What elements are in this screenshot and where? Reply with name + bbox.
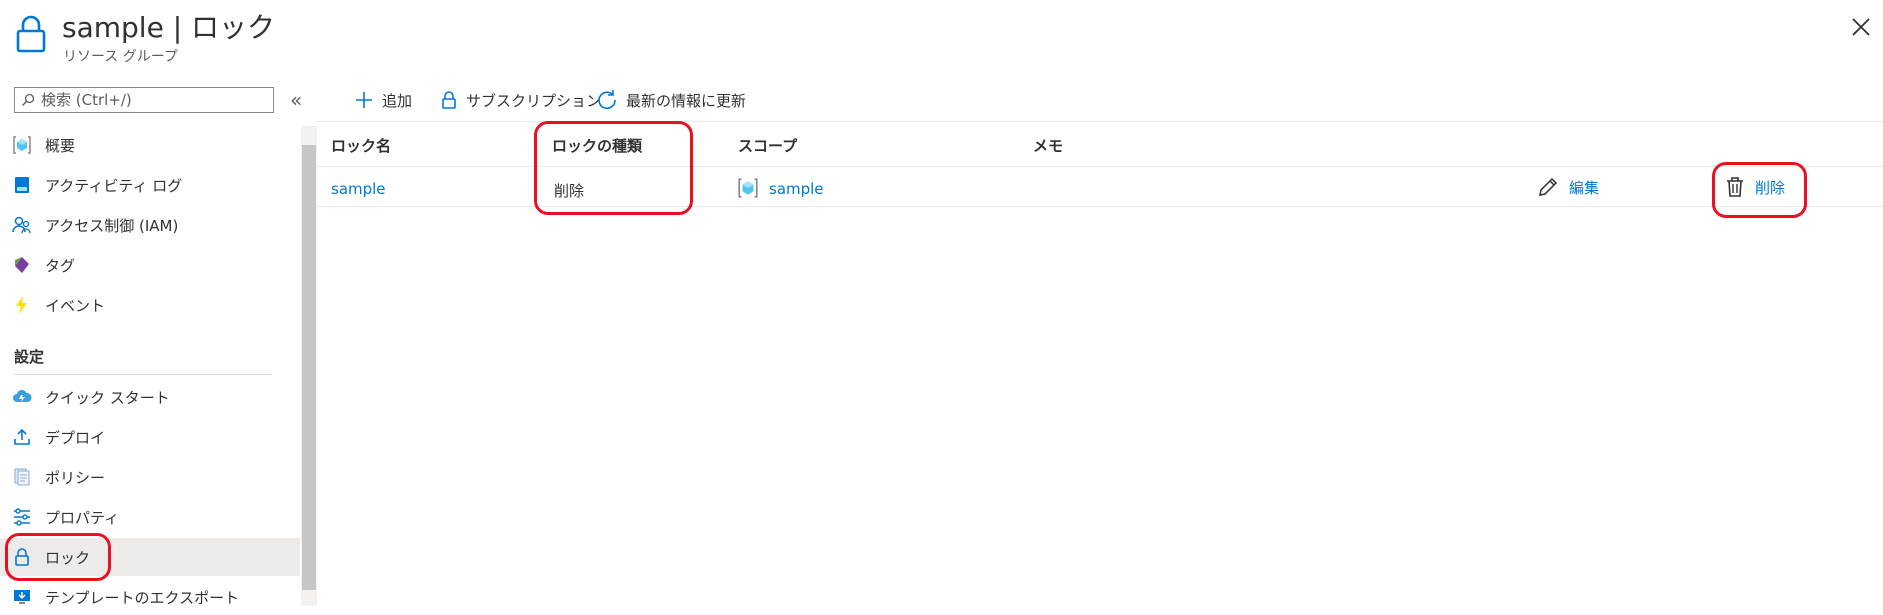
sidebar-item-iam[interactable]: アクセス制御 (IAM): [0, 207, 300, 243]
sidebar-item-label: ロック: [45, 548, 91, 567]
add-button[interactable]: 追加: [354, 86, 412, 114]
sidebar-item-locks[interactable]: ロック: [0, 538, 300, 576]
sidebar-item-label: プロパティ: [45, 508, 120, 527]
lock-icon: [440, 90, 458, 110]
tag-icon: [12, 255, 32, 275]
search-input[interactable]: [41, 91, 273, 109]
refresh-button[interactable]: 最新の情報に更新: [596, 86, 746, 114]
plus-icon: [354, 90, 374, 110]
sidebar-item-overview[interactable]: 概要: [0, 127, 300, 163]
upload-icon: [12, 427, 32, 447]
delete-button[interactable]: 削除: [1725, 176, 1785, 198]
refresh-button-label: 最新の情報に更新: [626, 91, 747, 110]
sidebar-item-export-template[interactable]: テンプレートのエクスポート: [0, 579, 300, 615]
resource-group-icon: [12, 135, 32, 155]
trash-icon: [1725, 176, 1745, 198]
sidebar-item-label: デプロイ: [45, 428, 106, 447]
policy-icon: [12, 467, 32, 487]
collapse-sidebar-button[interactable]: «: [290, 88, 302, 112]
section-divider: [14, 374, 272, 375]
edit-button[interactable]: 編集: [1537, 176, 1599, 198]
sidebar-item-label: アクティビティ ログ: [45, 176, 183, 195]
sidebar-item-label: クイック スタート: [45, 388, 170, 407]
scope-link[interactable]: sample: [769, 180, 824, 198]
cloud-icon: [12, 387, 32, 407]
download-icon: [12, 587, 32, 607]
sidebar-item-properties[interactable]: プロパティ: [0, 499, 300, 535]
lock-name-link[interactable]: sample: [331, 180, 386, 198]
activity-log-icon: [12, 175, 32, 195]
page-title: sample | ロック: [62, 11, 276, 44]
sidebar-item-quickstart[interactable]: クイック スタート: [0, 379, 300, 415]
row-divider: [317, 206, 1883, 207]
search-box[interactable]: [14, 87, 274, 113]
section-header-settings: 設定: [14, 348, 45, 366]
sidebar-item-label: ポリシー: [45, 468, 106, 487]
column-header-lock-name: ロック名: [331, 137, 392, 155]
sidebar-item-policy[interactable]: ポリシー: [0, 459, 300, 495]
sidebar-item-tags[interactable]: タグ: [0, 247, 300, 283]
column-header-scope: スコープ: [738, 137, 798, 155]
resource-group-icon: [737, 177, 759, 199]
page-subtitle: リソース グループ: [63, 49, 178, 65]
lock-icon: [16, 14, 46, 54]
sidebar-item-label: アクセス制御 (IAM): [45, 216, 179, 235]
sidebar-item-activity-log[interactable]: アクティビティ ログ: [0, 167, 300, 203]
sidebar-item-events[interactable]: イベント: [0, 287, 300, 323]
refresh-icon: [596, 89, 618, 111]
delete-button-label: 削除: [1755, 178, 1786, 197]
close-icon[interactable]: [1850, 16, 1872, 38]
lightning-icon: [12, 295, 32, 315]
column-header-lock-type: ロックの種類: [552, 137, 643, 155]
column-header-note: メモ: [1033, 137, 1064, 155]
sidebar-item-label: イベント: [45, 296, 106, 315]
add-button-label: 追加: [382, 91, 413, 110]
search-icon: [21, 93, 35, 107]
pencil-icon: [1537, 176, 1559, 198]
sidebar-item-deploy[interactable]: デプロイ: [0, 419, 300, 455]
edit-button-label: 編集: [1569, 178, 1600, 197]
sidebar-scrollbar-thumb[interactable]: [302, 145, 316, 590]
sidebar-item-label: 概要: [45, 136, 76, 155]
lock-type-value: 削除: [554, 182, 585, 200]
sliders-icon: [12, 507, 32, 527]
lock-icon: [12, 547, 32, 567]
sidebar-item-label: タグ: [45, 256, 76, 275]
subscription-button-label: サブスクリプション: [466, 91, 602, 110]
toolbar-divider: [317, 121, 1883, 122]
subscription-button[interactable]: サブスクリプション: [440, 86, 601, 114]
sidebar-item-label: テンプレートのエクスポート: [45, 588, 240, 607]
iam-icon: [12, 215, 32, 235]
header-divider: [317, 166, 1883, 167]
